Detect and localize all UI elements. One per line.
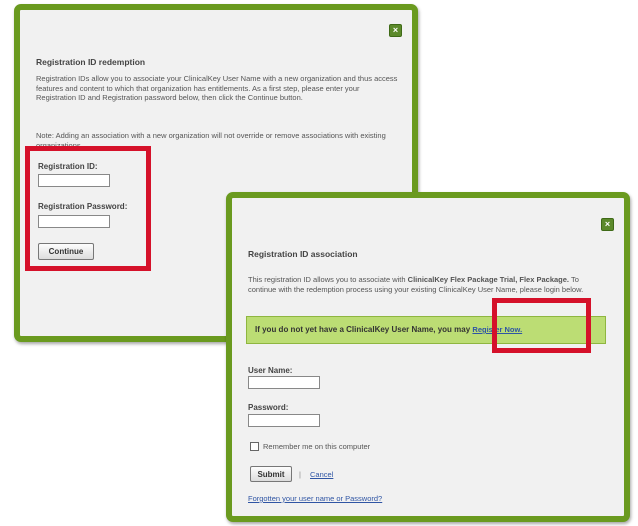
username-input[interactable] — [248, 376, 320, 389]
registration-association-dialog: × Registration ID association This regis… — [226, 192, 630, 522]
notice-text: If you do not yet have a ClinicalKey Use… — [255, 325, 471, 334]
forgot-credentials-link[interactable]: Forgotten your user name or Password? — [248, 494, 382, 503]
highlight-box-register — [492, 298, 591, 353]
dialog-title: Registration ID association — [248, 249, 358, 259]
close-icon[interactable]: × — [601, 218, 614, 231]
remember-me-label: Remember me on this computer — [263, 442, 371, 451]
dialog-title: Registration ID redemption — [36, 57, 146, 67]
remember-me-checkbox[interactable] — [250, 442, 259, 451]
username-label: User Name: — [248, 366, 293, 375]
description-package: ClinicalKey Flex Package Trial, Flex Pac… — [407, 275, 570, 284]
highlight-box-fields — [25, 146, 151, 271]
dialog-description: This registration ID allows you to assoc… — [248, 275, 588, 294]
dialog-description: Registration IDs allow you to associate … — [36, 74, 398, 102]
password-label: Password: — [248, 403, 289, 412]
button-separator: | — [299, 470, 301, 479]
close-icon[interactable]: × — [389, 24, 402, 37]
description-prefix: This registration ID allows you to assoc… — [248, 275, 406, 284]
cancel-link[interactable]: Cancel — [310, 470, 333, 479]
submit-button[interactable]: Submit — [250, 466, 292, 482]
password-input[interactable] — [248, 414, 320, 427]
